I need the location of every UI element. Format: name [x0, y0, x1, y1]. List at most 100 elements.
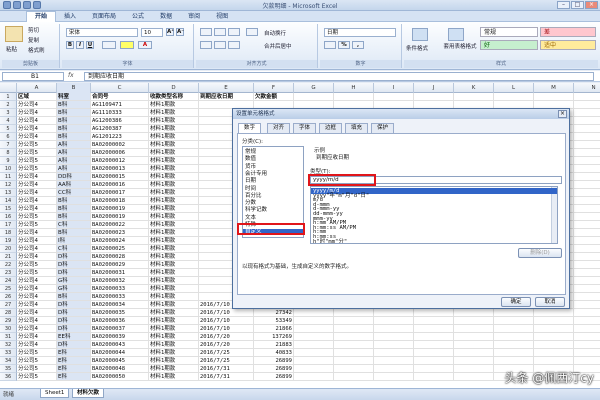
- tab-protection[interactable]: 保护: [371, 123, 395, 133]
- cell[interactable]: [534, 93, 574, 101]
- cell[interactable]: AG1110333: [91, 109, 149, 117]
- cell[interactable]: D科: [57, 325, 91, 333]
- cell[interactable]: 2016/7/20: [199, 341, 254, 349]
- font-name-select[interactable]: 宋体: [66, 28, 138, 37]
- cell[interactable]: 材料1期款: [149, 205, 199, 213]
- cell[interactable]: [494, 333, 534, 341]
- row-header[interactable]: 31: [0, 333, 17, 341]
- wrap-text-button[interactable]: 自动换行: [264, 29, 286, 37]
- cell[interactable]: [574, 317, 600, 325]
- cell[interactable]: [574, 357, 600, 365]
- cell[interactable]: 材料1期款: [149, 213, 199, 221]
- cell[interactable]: BA02000043: [91, 341, 149, 349]
- formula-input[interactable]: 到期应收日期: [84, 72, 594, 81]
- font-color-button[interactable]: A: [138, 41, 152, 49]
- cell[interactable]: [574, 125, 600, 133]
- cell[interactable]: 材料1期款: [149, 373, 199, 381]
- category-item[interactable]: 会计专用: [245, 171, 267, 177]
- cell[interactable]: BA02000018: [91, 197, 149, 205]
- cell[interactable]: 分公司5: [17, 357, 57, 365]
- cell[interactable]: [574, 309, 600, 317]
- cell[interactable]: A科: [57, 157, 91, 165]
- cell[interactable]: 分公司4: [17, 341, 57, 349]
- cell[interactable]: [574, 149, 600, 157]
- tab-alignment[interactable]: 对齐: [267, 123, 291, 133]
- cell[interactable]: 材料1期款: [149, 181, 199, 189]
- cell[interactable]: BA02000002: [91, 141, 149, 149]
- cell[interactable]: 材料1期款: [149, 109, 199, 117]
- cell[interactable]: [574, 221, 600, 229]
- cell[interactable]: 分公司4: [17, 309, 57, 317]
- row-header[interactable]: 9: [0, 157, 17, 165]
- cell[interactable]: [294, 317, 334, 325]
- name-box[interactable]: B1: [2, 72, 64, 81]
- cell[interactable]: 材料1期款: [149, 149, 199, 157]
- cell[interactable]: BA02000032: [91, 277, 149, 285]
- cell[interactable]: BA02000013: [91, 165, 149, 173]
- cell[interactable]: [574, 245, 600, 253]
- cell[interactable]: [454, 349, 494, 357]
- tab-font[interactable]: 字体: [293, 123, 317, 133]
- cell[interactable]: BA02000034: [91, 301, 149, 309]
- row-header[interactable]: 23: [0, 269, 17, 277]
- fx-icon[interactable]: fx: [68, 72, 74, 79]
- cell[interactable]: AA科: [57, 181, 91, 189]
- cell[interactable]: 分公司4: [17, 101, 57, 109]
- row-header[interactable]: 2: [0, 101, 17, 109]
- cell[interactable]: BA02000022: [91, 221, 149, 229]
- cell[interactable]: [574, 173, 600, 181]
- cell[interactable]: 材料1期款: [149, 141, 199, 149]
- align-top-icon[interactable]: [200, 28, 212, 36]
- cell[interactable]: [334, 93, 374, 101]
- cell[interactable]: [574, 117, 600, 125]
- cell[interactable]: 科室: [57, 93, 91, 101]
- cell[interactable]: 26899: [254, 357, 294, 365]
- cell[interactable]: [294, 341, 334, 349]
- cell[interactable]: [374, 325, 414, 333]
- ok-button[interactable]: 确定: [501, 297, 531, 307]
- cell[interactable]: 材料1期款: [149, 197, 199, 205]
- cell[interactable]: [374, 357, 414, 365]
- cell[interactable]: D科: [57, 341, 91, 349]
- delete-button[interactable]: 删除(D): [518, 248, 562, 258]
- cell[interactable]: [574, 197, 600, 205]
- cell[interactable]: AG1200386: [91, 117, 149, 125]
- row-header[interactable]: 33: [0, 349, 17, 357]
- row-header[interactable]: 29: [0, 317, 17, 325]
- cell[interactable]: BA02000016: [91, 181, 149, 189]
- sheet-tab-sheet1[interactable]: Sheet1: [40, 389, 70, 398]
- cell[interactable]: 2016/7/10: [199, 309, 254, 317]
- cell[interactable]: 53349: [254, 317, 294, 325]
- cell[interactable]: BA02000039: [91, 333, 149, 341]
- cell[interactable]: 分公司4: [17, 237, 57, 245]
- cell[interactable]: BA02000028: [91, 253, 149, 261]
- row-header[interactable]: 4: [0, 117, 17, 125]
- cell[interactable]: CC科: [57, 189, 91, 197]
- row-header[interactable]: 12: [0, 181, 17, 189]
- cell[interactable]: 分公司4: [17, 277, 57, 285]
- cell[interactable]: [494, 93, 534, 101]
- cell[interactable]: 分公司4: [17, 125, 57, 133]
- cell[interactable]: [334, 373, 374, 381]
- cell[interactable]: 材料1期款: [149, 293, 199, 301]
- style-neutral[interactable]: 适中: [540, 40, 596, 50]
- cell[interactable]: [534, 341, 574, 349]
- row-header[interactable]: 26: [0, 293, 17, 301]
- cell[interactable]: A科: [57, 141, 91, 149]
- cell[interactable]: B科: [57, 293, 91, 301]
- cell[interactable]: 分公司4: [17, 293, 57, 301]
- cell[interactable]: G科: [57, 285, 91, 293]
- cell[interactable]: 2016/7/31: [199, 365, 254, 373]
- cell[interactable]: [334, 317, 374, 325]
- orientation-icon[interactable]: [246, 28, 258, 36]
- cell[interactable]: 材料1期款: [149, 245, 199, 253]
- tab-home[interactable]: 开始: [26, 11, 57, 22]
- cell[interactable]: [414, 325, 454, 333]
- cell[interactable]: [494, 309, 534, 317]
- cell[interactable]: 分公司4: [17, 205, 57, 213]
- cell[interactable]: BA02000025: [91, 245, 149, 253]
- cell[interactable]: [574, 109, 600, 117]
- cell[interactable]: [334, 333, 374, 341]
- cell[interactable]: [494, 317, 534, 325]
- cell[interactable]: [374, 365, 414, 373]
